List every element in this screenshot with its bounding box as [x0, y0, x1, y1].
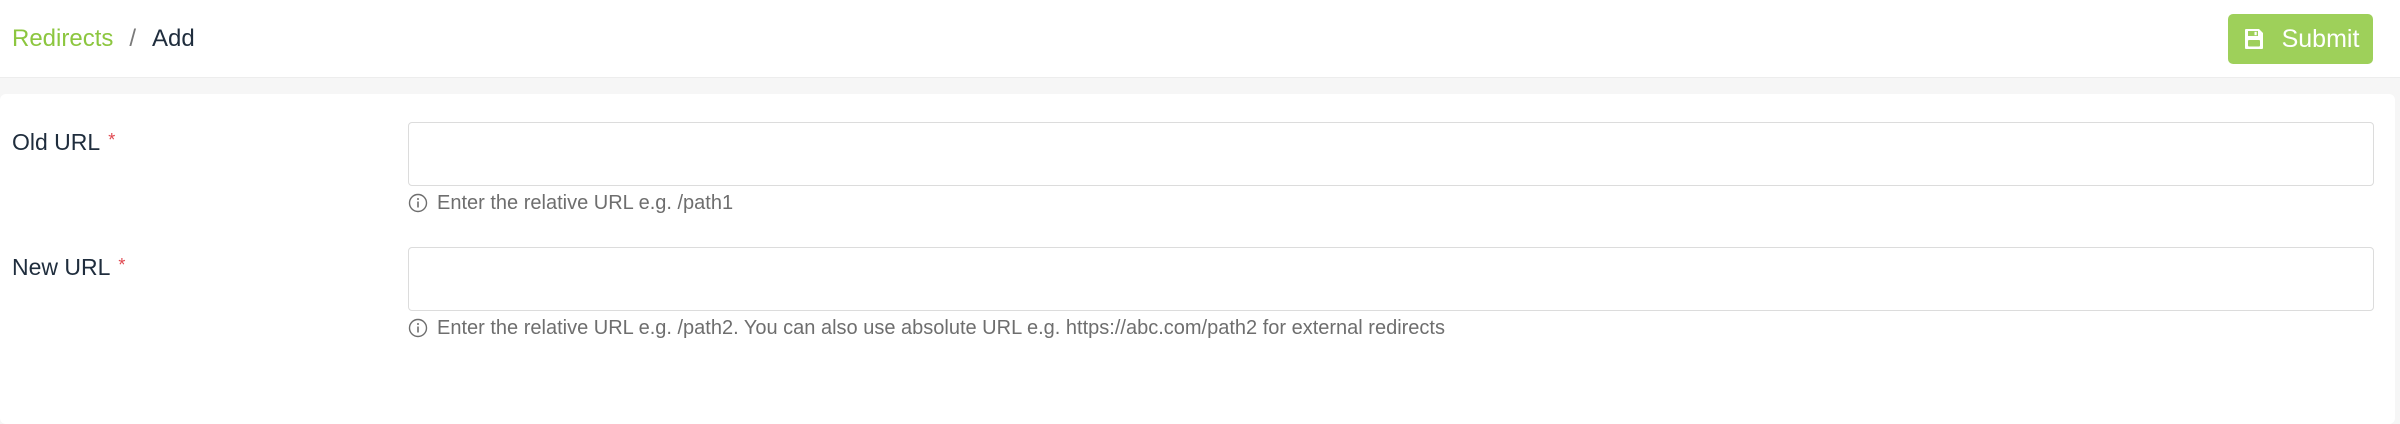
- info-icon: [408, 318, 428, 338]
- old-url-label: Old URL *: [12, 125, 115, 157]
- breadcrumb-separator: /: [129, 25, 137, 52]
- submit-button-label: Submit: [2281, 24, 2360, 53]
- breadcrumb-current: Add: [152, 25, 195, 52]
- new-url-input[interactable]: [408, 247, 2374, 311]
- submit-button[interactable]: Submit: [2228, 14, 2373, 64]
- info-icon: [408, 193, 428, 213]
- required-mark: *: [108, 130, 116, 150]
- old-url-label-text: Old URL: [12, 129, 101, 155]
- new-url-label: New URL *: [12, 250, 125, 282]
- breadcrumb-link-redirects[interactable]: Redirects: [12, 24, 113, 54]
- new-url-help: Enter the relative URL e.g. /path2. You …: [408, 315, 1445, 341]
- form-panel: Old URL * Enter the relative URL e.g. /pa…: [0, 94, 2395, 424]
- required-mark: *: [118, 255, 126, 275]
- breadcrumb: Redirects / Add: [12, 24, 195, 54]
- save-icon: [2242, 27, 2266, 51]
- old-url-help: Enter the relative URL e.g. /path1: [408, 190, 733, 216]
- old-url-input[interactable]: [408, 122, 2374, 186]
- new-url-label-text: New URL: [12, 254, 111, 280]
- new-url-help-text: Enter the relative URL e.g. /path2. You …: [437, 317, 1445, 339]
- old-url-help-text: Enter the relative URL e.g. /path1: [437, 192, 734, 214]
- page-header: Redirects / Add Submit: [0, 0, 2400, 78]
